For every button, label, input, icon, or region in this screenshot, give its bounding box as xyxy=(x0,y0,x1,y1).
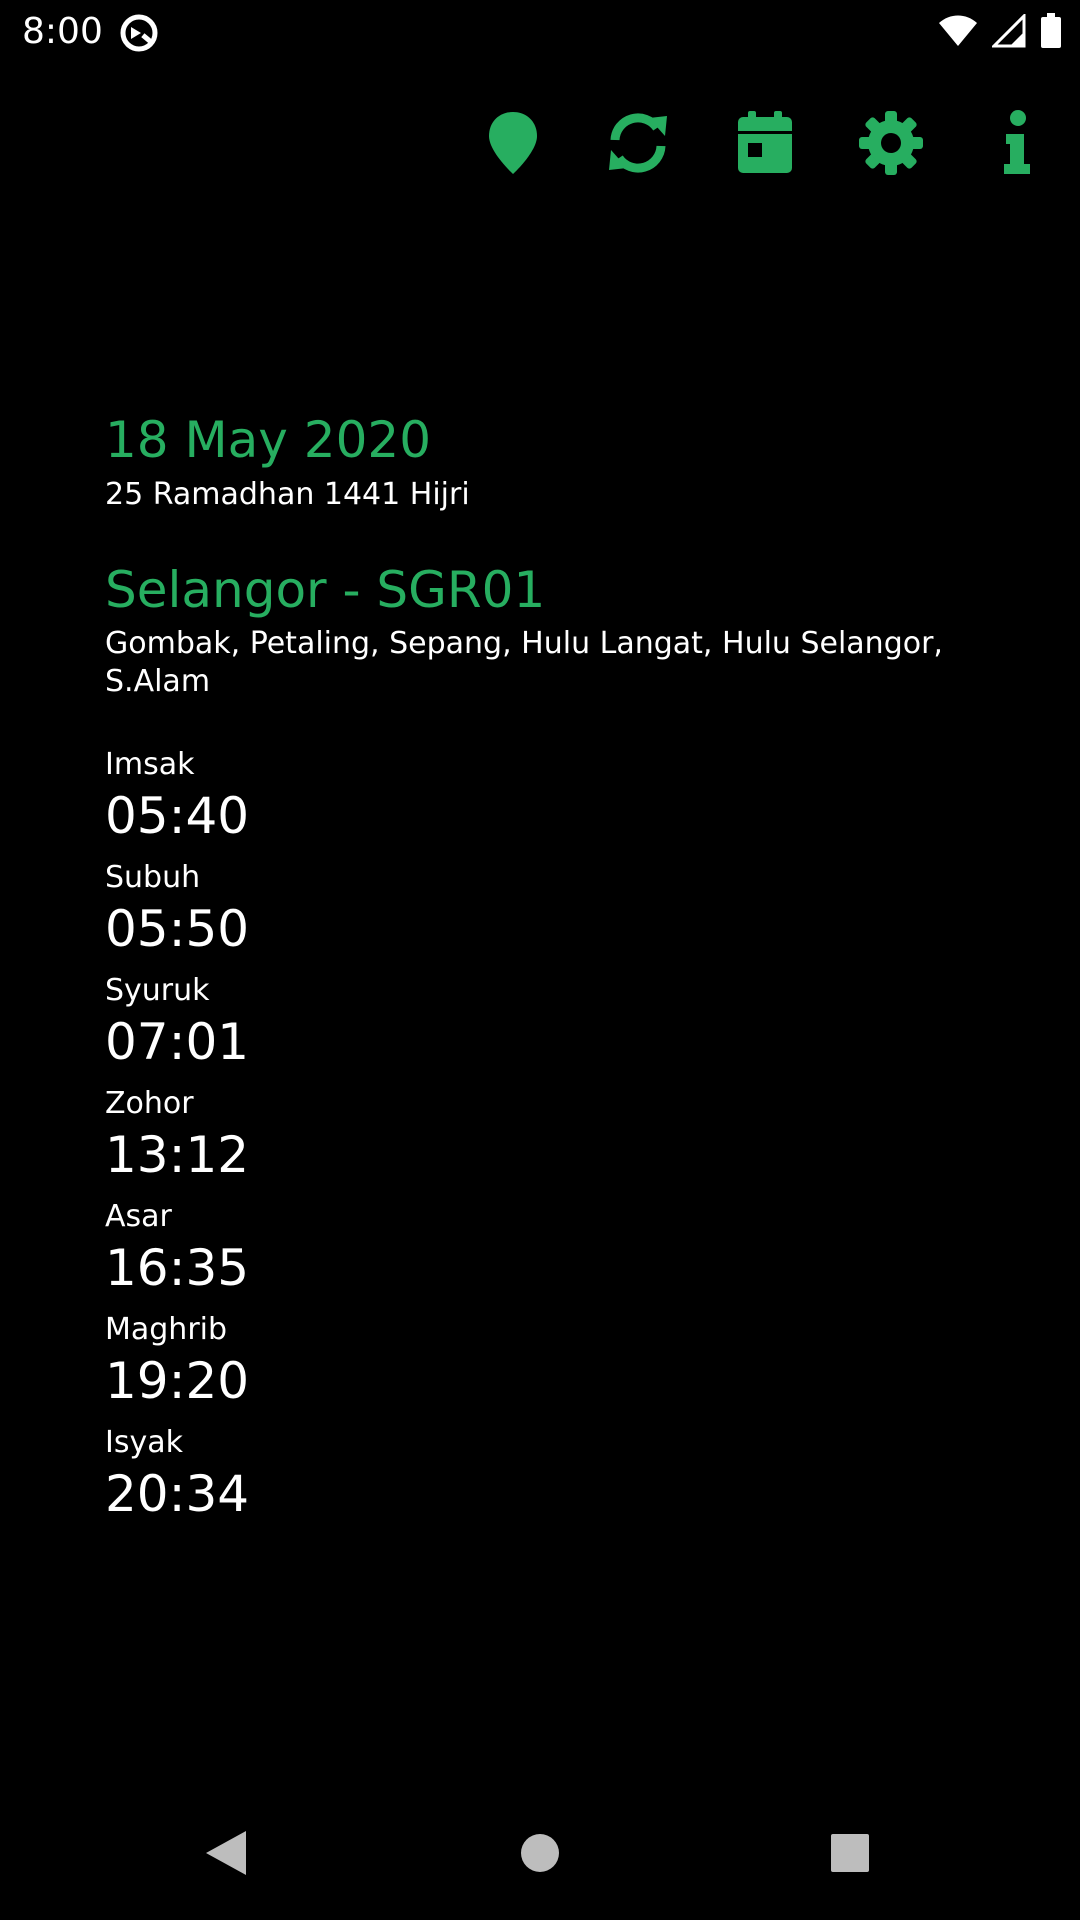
toolbar xyxy=(0,100,1080,190)
prayer-time: 19:20 xyxy=(105,1352,250,1410)
gregorian-date: 18 May 2020 xyxy=(105,411,432,469)
settings-icon xyxy=(859,111,923,179)
prayer-time: 05:40 xyxy=(105,787,250,845)
recents-button[interactable] xyxy=(810,1820,890,1890)
prayer-times-panel: 18 May 2020 25 Ramadhan 1441 Hijri Selan… xyxy=(105,405,1005,1536)
calendar-button[interactable] xyxy=(720,100,810,190)
prayer-name: Imsak xyxy=(105,747,195,782)
prayer-time: 05:50 xyxy=(105,900,250,958)
back-button[interactable] xyxy=(186,1820,266,1890)
prayer-time: 16:35 xyxy=(105,1239,250,1297)
info-button[interactable] xyxy=(972,100,1062,190)
prayer-item-subuh: Subuh 05:50 xyxy=(105,858,1005,971)
prayer-item-syuruk: Syuruk 07:01 xyxy=(105,971,1005,1084)
prayer-name: Isyak xyxy=(105,1425,183,1460)
status-icons xyxy=(938,12,1062,54)
prayer-item-isyak: Isyak 20:34 xyxy=(105,1423,1005,1536)
location-button[interactable] xyxy=(468,100,558,190)
recents-icon xyxy=(829,1832,871,1878)
home-icon xyxy=(519,1832,561,1878)
prayer-time: 20:34 xyxy=(105,1465,250,1523)
app-notification-icon xyxy=(118,12,160,54)
refresh-icon xyxy=(605,112,671,178)
wifi-icon xyxy=(938,14,978,52)
prayer-item-asar: Asar 16:35 xyxy=(105,1197,1005,1310)
prayer-name: Syuruk xyxy=(105,973,210,1008)
hijri-date: 25 Ramadhan 1441 Hijri xyxy=(105,477,470,512)
settings-button[interactable] xyxy=(846,100,936,190)
back-icon xyxy=(204,1829,248,1881)
location-icon xyxy=(487,110,539,180)
zone-areas: Gombak, Petaling, Sepang, Hulu Langat, H… xyxy=(105,626,943,699)
status-time: 8:00 xyxy=(22,11,103,52)
signal-icon xyxy=(990,12,1026,52)
prayer-item-maghrib: Maghrib 19:20 xyxy=(105,1310,1005,1423)
refresh-button[interactable] xyxy=(593,100,683,190)
prayer-time: 13:12 xyxy=(105,1126,250,1184)
prayer-name: Zohor xyxy=(105,1086,194,1121)
status-bar: 8:00 xyxy=(0,0,1080,64)
prayer-time: 07:01 xyxy=(105,1013,250,1071)
prayer-name: Maghrib xyxy=(105,1312,228,1347)
prayer-name: Subuh xyxy=(105,860,201,895)
prayer-item-imsak: Imsak 05:40 xyxy=(105,745,1005,858)
zone-title: Selangor - SGR01 xyxy=(105,561,546,619)
info-icon xyxy=(1002,110,1032,180)
battery-icon xyxy=(1040,13,1062,53)
prayer-item-zohor: Zohor 13:12 xyxy=(105,1084,1005,1197)
prayer-name: Asar xyxy=(105,1199,172,1234)
prayer-list: Imsak 05:40 Subuh 05:50 Syuruk 07:01 Zoh… xyxy=(105,745,1005,1536)
navigation-bar xyxy=(0,1790,1080,1920)
home-button[interactable] xyxy=(500,1820,580,1890)
calendar-icon xyxy=(736,111,794,179)
